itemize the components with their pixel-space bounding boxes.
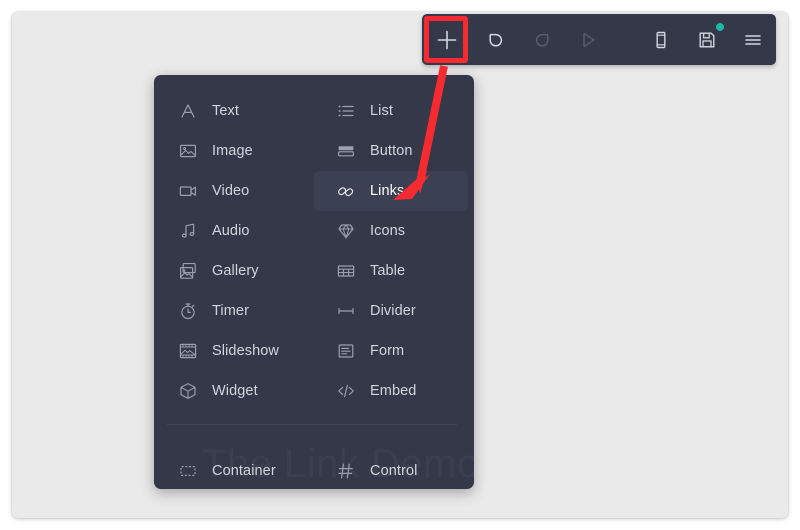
menu-item-divider[interactable]: Divider <box>314 291 468 331</box>
divider-icon <box>335 300 357 322</box>
menu-item-video[interactable]: Video <box>156 171 310 211</box>
table-icon <box>335 260 357 282</box>
add-menu-grid: Text List Image Button Video Links Audio… <box>154 75 474 489</box>
play-icon <box>583 32 595 47</box>
redo-button[interactable] <box>519 14 565 65</box>
text-icon <box>177 100 199 122</box>
menu-item-label: Widget <box>212 383 258 399</box>
list-icon <box>335 100 357 122</box>
menu-item-label: Container <box>212 463 276 479</box>
device-preview-button[interactable] <box>638 14 684 65</box>
menu-item-label: Icons <box>370 223 406 239</box>
main-menu-button[interactable] <box>730 14 776 65</box>
menu-item-label: List <box>370 103 393 119</box>
menu-item-label: Table <box>370 263 406 279</box>
menu-item-links[interactable]: Links <box>314 171 468 211</box>
menu-item-label: Slideshow <box>212 343 279 359</box>
menu-item-label: Gallery <box>212 263 259 279</box>
menu-item-label: Links <box>370 183 405 199</box>
menu-item-control[interactable]: Control <box>314 451 468 489</box>
menu-item-text[interactable]: Text <box>156 91 310 131</box>
container-icon <box>177 460 199 482</box>
menu-item-container[interactable]: Container <box>156 451 310 489</box>
menu-item-list[interactable]: List <box>314 91 468 131</box>
add-element-menu: The Link Demo Text List <box>154 75 474 489</box>
undo-button[interactable] <box>473 14 519 65</box>
preview-button[interactable] <box>565 14 611 65</box>
form-icon <box>335 340 357 362</box>
menu-item-audio[interactable]: Audio <box>156 211 310 251</box>
menu-item-label: Audio <box>212 223 250 239</box>
save-status-badge <box>715 23 724 31</box>
hamburger-icon <box>745 34 761 45</box>
menu-item-label: Divider <box>370 303 416 319</box>
editor-toolbar <box>422 14 776 65</box>
timer-icon <box>177 300 199 322</box>
embed-icon <box>335 380 357 402</box>
menu-item-widget[interactable]: Widget <box>156 371 310 411</box>
menu-item-icons[interactable]: Icons <box>314 211 468 251</box>
menu-item-label: Text <box>212 103 239 119</box>
diamond-icon <box>335 220 357 242</box>
menu-item-table[interactable]: Table <box>314 251 468 291</box>
gallery-icon <box>177 260 199 282</box>
link-icon <box>335 180 357 202</box>
image-icon <box>177 140 199 162</box>
menu-item-timer[interactable]: Timer <box>156 291 310 331</box>
hash-icon <box>335 460 357 482</box>
phone-icon <box>656 31 666 48</box>
menu-item-embed[interactable]: Embed <box>314 371 468 411</box>
menu-item-gallery[interactable]: Gallery <box>156 251 310 291</box>
menu-item-label: Embed <box>370 383 417 399</box>
menu-item-label: Form <box>370 343 405 359</box>
menu-item-label: Button <box>370 143 413 159</box>
menu-item-label: Image <box>212 143 253 159</box>
menu-divider <box>154 411 470 437</box>
menu-item-button[interactable]: Button <box>314 131 468 171</box>
menu-item-form[interactable]: Form <box>314 331 468 371</box>
app-root: The Link Demo Text List <box>0 0 800 530</box>
plus-icon <box>437 30 457 49</box>
redo-icon <box>535 33 549 47</box>
menu-item-image[interactable]: Image <box>156 131 310 171</box>
button-icon <box>335 140 357 162</box>
save-button[interactable] <box>684 14 730 65</box>
menu-item-label: Video <box>212 183 250 199</box>
menu-item-label: Control <box>370 463 418 479</box>
undo-icon <box>489 33 502 47</box>
audio-icon <box>177 220 199 242</box>
menu-item-label: Timer <box>212 303 250 319</box>
widget-icon <box>177 380 199 402</box>
slideshow-icon <box>177 340 199 362</box>
menu-item-slideshow[interactable]: Slideshow <box>156 331 310 371</box>
add-button[interactable] <box>422 14 473 65</box>
save-icon <box>699 32 715 47</box>
video-icon <box>177 180 199 202</box>
